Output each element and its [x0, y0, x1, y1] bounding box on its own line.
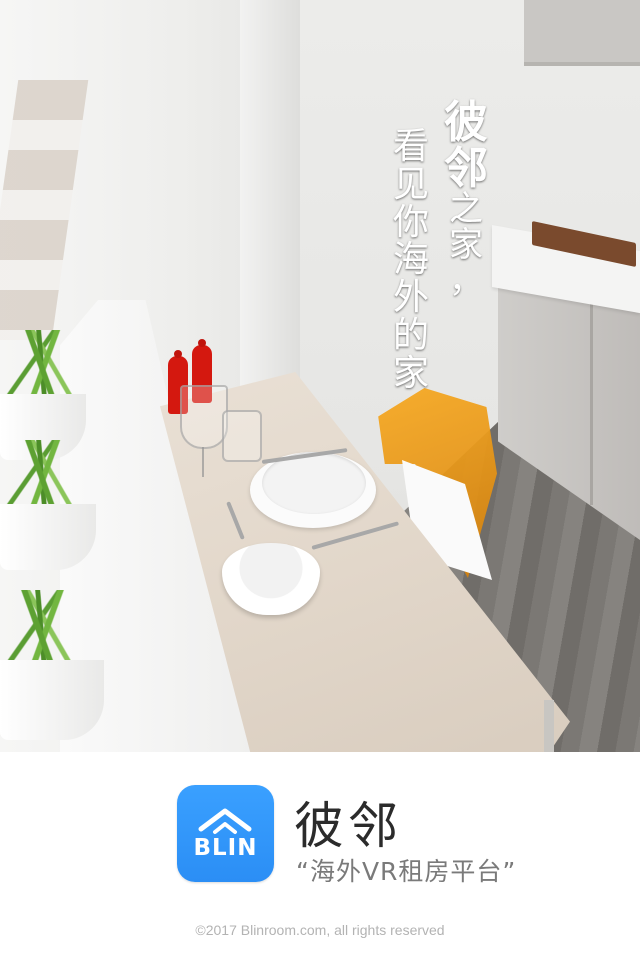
slogan-char: 的: [393, 314, 430, 356]
slogan-char: 彼: [444, 97, 488, 148]
potted-plant: [0, 590, 110, 740]
logo-wordmark: BLIN: [193, 835, 258, 861]
app-logo: BLIN: [177, 785, 274, 882]
wine-glass: [180, 385, 228, 449]
potted-plant: [0, 440, 100, 570]
slogan-char: ，: [449, 260, 483, 301]
slogan-char: 家: [449, 225, 483, 266]
wall-corner: [240, 0, 300, 420]
slogan-char: 之: [449, 189, 483, 230]
slogan-char: 看: [393, 126, 430, 167]
hero-photo: 看 见 你 海 外 的 家 彼 邻 之 家 ，: [0, 0, 640, 752]
slogan-char: 海: [393, 239, 430, 281]
upper-cabinet: [524, 0, 640, 66]
plant-pot: [0, 660, 104, 740]
app-tagline: “海外VR租房平台”: [296, 857, 517, 886]
copyright-text: ©2017 Blinroom.com, all rights reserved: [195, 922, 445, 938]
water-glass: [222, 410, 262, 462]
slogan-char: 邻: [444, 143, 488, 195]
slogan-char: 见: [393, 163, 430, 205]
table-leg: [544, 700, 554, 752]
house-roof-icon: [198, 808, 252, 834]
app-name: 彼邻: [294, 797, 402, 855]
slogan-char: 家: [393, 352, 430, 394]
slogan-column-right: 彼 邻 之 家 ，: [444, 97, 488, 301]
plant-pot: [0, 504, 96, 570]
slogan-char: 外: [393, 277, 430, 319]
cabinet-seam: [590, 285, 593, 505]
slogan-column-left: 看 见 你 海 外 的 家: [393, 128, 429, 393]
wine-glass-stem: [202, 447, 204, 477]
slogan-char: 你: [393, 201, 430, 243]
